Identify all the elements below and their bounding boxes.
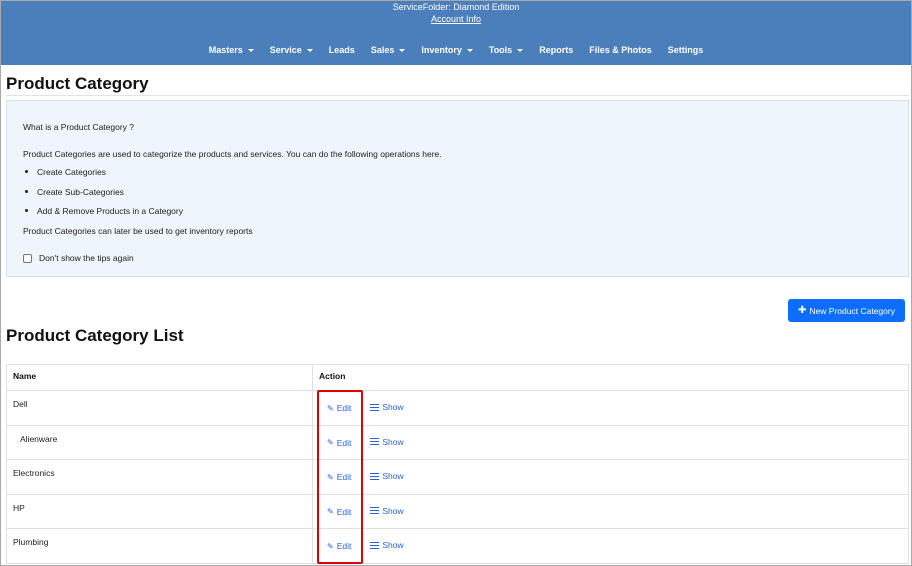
action-cell: ✎ Edit Show [312, 424, 909, 460]
table-header-row: Name Action [6, 364, 909, 391]
category-name: Plumbing [6, 528, 313, 564]
show-link[interactable]: Show [370, 540, 404, 550]
table-row: HP ✎ Edit Show [6, 493, 909, 529]
page-title: Product Category [6, 74, 149, 93]
action-cell: ✎ Edit Show [312, 493, 909, 529]
show-link[interactable]: Show [370, 471, 404, 481]
nav-item-tools[interactable]: Tools [481, 45, 531, 55]
dont-show-tips-row[interactable]: Don't show the tips again [23, 253, 134, 263]
caret-down-icon [399, 48, 406, 52]
nav-item-masters[interactable]: Masters [201, 45, 262, 55]
title-divider [6, 95, 909, 96]
tips-list-item: Create Categories [23, 167, 183, 187]
tips-list-item: Create Sub-Categories [23, 187, 183, 207]
category-name: HP [6, 493, 313, 529]
app-brand: ServiceFolder: Diamond Edition [392, 2, 520, 12]
edit-link[interactable]: ✎ Edit [327, 541, 351, 551]
tips-list: Create Categories Create Sub-Categories … [23, 167, 183, 226]
edit-icon: ✎ [327, 472, 334, 482]
account-info-link[interactable]: Account Info [431, 14, 481, 24]
table-row: Plumbing ✎ Edit Show [6, 528, 909, 564]
list-icon [370, 472, 380, 480]
list-icon [370, 541, 380, 549]
list-icon [370, 403, 380, 411]
table-row: Electronics ✎ Edit Show [6, 459, 909, 495]
bullet-icon [25, 189, 28, 193]
action-column-header: Action [312, 364, 909, 391]
table-row: Dell ✎ Edit Show [6, 390, 909, 426]
edit-icon: ✎ [327, 403, 334, 413]
action-cell: ✎ Edit Show [312, 459, 909, 495]
list-icon [370, 438, 380, 445]
list-title: Product Category List [6, 326, 184, 345]
action-cell: ✎ Edit Show [312, 528, 909, 564]
show-link[interactable]: Show [370, 402, 404, 412]
nav-item-inventory[interactable]: Inventory [413, 45, 481, 55]
tips-panel: What is a Product Category ? Product Cat… [6, 100, 909, 277]
action-cell: ✎ Edit Show [312, 390, 909, 426]
edit-icon: ✎ [327, 438, 334, 447]
category-name: Alienware [6, 424, 313, 460]
tips-question: What is a Product Category ? [23, 122, 135, 132]
table-row: Alienware ✎ Edit Show [6, 424, 909, 460]
show-link[interactable]: Show [370, 506, 404, 516]
dont-show-tips-label[interactable]: Don't show the tips again [39, 253, 134, 263]
nav-item-service[interactable]: Service [262, 45, 321, 55]
dont-show-tips-checkbox[interactable] [23, 253, 32, 263]
bullet-icon [25, 170, 28, 173]
edit-icon: ✎ [327, 541, 334, 551]
new-product-category-button[interactable]: ✚ New Product Category [788, 299, 905, 322]
list-icon [370, 507, 380, 514]
tips-note: Product Categories can later be used to … [23, 226, 253, 236]
category-name: Dell [6, 390, 313, 426]
caret-down-icon [306, 48, 313, 52]
edit-link[interactable]: ✎ Edit [327, 472, 351, 482]
edit-icon: ✎ [327, 507, 334, 516]
top-header: ServiceFolder: Diamond Edition Account I… [1, 1, 911, 65]
caret-down-icon [247, 48, 254, 52]
bullet-icon [25, 209, 28, 212]
nav-item-settings[interactable]: Settings [660, 45, 712, 55]
nav-item-sales[interactable]: Sales [363, 45, 414, 55]
show-link[interactable]: Show [370, 437, 404, 447]
caret-down-icon [466, 48, 473, 52]
nav-item-reports[interactable]: Reports [531, 45, 581, 55]
category-table: Name Action Dell ✎ Edit Show Alienware ✎ Edit S… [6, 364, 909, 564]
name-column-header: Name [6, 364, 313, 391]
tips-list-item: Add & Remove Products in a Category [23, 206, 183, 226]
nav-item-files-photos[interactable]: Files & Photos [581, 45, 660, 55]
edit-link[interactable]: ✎ Edit [327, 507, 351, 517]
nav-item-leads[interactable]: Leads [321, 45, 363, 55]
main-nav: Masters Service Leads Sales Inventory Tools Re… [1, 45, 911, 55]
plus-icon: ✚ [798, 305, 807, 316]
edit-link[interactable]: ✎ Edit [327, 438, 351, 448]
tips-description: Product Categories are used to categoriz… [23, 149, 442, 159]
caret-down-icon [517, 48, 524, 52]
edit-link[interactable]: ✎ Edit [327, 403, 351, 413]
new-product-category-label: New Product Category [809, 305, 895, 316]
category-name: Electronics [6, 459, 313, 495]
